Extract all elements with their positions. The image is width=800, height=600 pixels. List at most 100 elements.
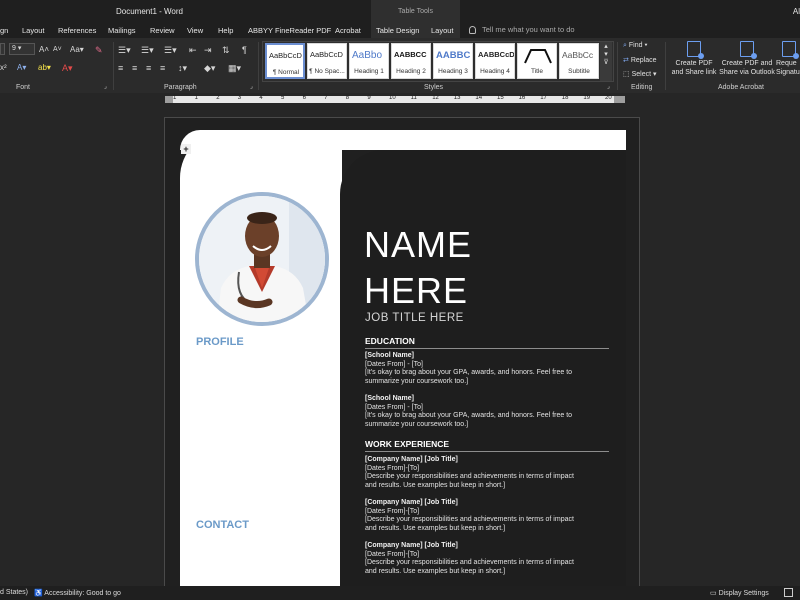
name-line-1[interactable]: NAME [364, 224, 472, 266]
tab-table-layout[interactable]: Layout [421, 22, 460, 38]
focus-mode-icon[interactable] [784, 588, 793, 597]
styles-group-label: Styles [424, 84, 444, 91]
style-name: Title [530, 68, 544, 75]
style-heading-2[interactable]: AABBCC Heading 2 [391, 43, 431, 79]
borders-icon[interactable]: ▦▾ [228, 63, 241, 73]
tab-design[interactable]: gn [0, 26, 8, 35]
title-bar: Document1 - Word Table Tools Al [0, 0, 800, 22]
display-settings-button[interactable]: ▭ Display Settings [710, 589, 769, 597]
tab-mailings[interactable]: Mailings [108, 26, 136, 35]
highlight-color-icon[interactable]: ab▾ [38, 63, 51, 73]
ribbon: 9 ▾ A˄ A˅ Aa▾ ✎ x² A▾ ab▾ A▾ Font ⌟ ☰▾ ☰… [0, 38, 800, 93]
tab-layout[interactable]: Layout [22, 26, 45, 35]
styles-scroll[interactable]: ▴ ▾ ⊽ [600, 42, 612, 81]
clear-formatting-icon[interactable]: ✎ [95, 45, 103, 55]
style-normal[interactable]: AaBbCcD ¶ Normal [265, 43, 305, 79]
name-line-2[interactable]: HERE [364, 270, 468, 312]
work-entry[interactable]: [Company Name] [Job Title] [Dates From]-… [365, 456, 609, 490]
style-heading-3[interactable]: AABBC Heading 3 [433, 43, 473, 79]
tab-help[interactable]: Help [218, 26, 233, 35]
text-effects-icon[interactable]: A▾ [17, 63, 26, 73]
style-heading-4[interactable]: AABBCcD Heading 4 [475, 43, 515, 79]
style-heading-1[interactable]: AaBbo Heading 1 [349, 43, 389, 79]
select-button[interactable]: ⬚ Select ▾ [623, 70, 657, 78]
replace-icon: ⇄ [623, 57, 629, 64]
style-no-spacing[interactable]: AaBbCcD ¶ No Spac... [307, 43, 347, 79]
tab-review[interactable]: Review [150, 26, 175, 35]
education-entry[interactable]: [School Name] [Dates From] - [To] [It's … [365, 395, 609, 429]
tab-view[interactable]: View [187, 26, 203, 35]
work-entry[interactable]: [Company Name] [Job Title] [Dates From]-… [365, 542, 609, 576]
sort-icon[interactable]: ⇅ [222, 45, 230, 55]
create-pdf-share-link-label: Create PDF and Share link [671, 60, 717, 76]
style-sample: AABBCcD [478, 50, 514, 59]
multilevel-list-icon[interactable]: ☰▾ [164, 45, 177, 55]
tab-acrobat[interactable]: Acrobat [335, 26, 361, 35]
right-margin-marker[interactable] [614, 96, 625, 103]
decrease-indent-icon[interactable]: ⇤ [189, 45, 197, 55]
tell-me-search[interactable]: Tell me what you want to do [469, 25, 575, 35]
left-margin-marker[interactable] [165, 96, 173, 103]
ruler-tick-label: 1 [194, 95, 198, 101]
paragraph-dialog-launcher-icon[interactable]: ⌟ [250, 82, 253, 92]
profile-photo[interactable] [195, 192, 329, 326]
style-name: Heading 3 [438, 68, 468, 75]
request-signatures-button[interactable]: Reque Signatu [776, 41, 800, 77]
line-spacing-icon[interactable]: ↕▾ [178, 63, 187, 73]
request-signatures-label: Reque Signatu [776, 60, 800, 76]
superscript-icon[interactable]: x² [0, 63, 7, 73]
style-subtitle[interactable]: AaBbCc Subtitle [559, 43, 599, 79]
profile-heading: PROFILE [196, 336, 244, 348]
change-case-icon[interactable]: Aa▾ [70, 45, 84, 55]
education-entry[interactable]: [School Name] [Dates From] - [To] [It's … [365, 352, 609, 386]
find-button[interactable]: ⌕ Find ▾ [623, 42, 647, 50]
signature-icon [782, 41, 799, 59]
bullets-icon[interactable]: ☰▾ [118, 45, 131, 55]
increase-indent-icon[interactable]: ⇥ [204, 45, 212, 55]
ribbon-separator [617, 42, 618, 90]
work-dates: [Dates From]-[To] [365, 550, 420, 558]
ruler-tick-label: 5 [281, 95, 285, 101]
work-entry[interactable]: [Company Name] [Job Title] [Dates From]-… [365, 499, 609, 533]
font-name-combo[interactable] [0, 43, 5, 55]
font-dialog-launcher-icon[interactable]: ⌟ [104, 82, 107, 92]
numbering-icon[interactable]: ☰▾ [141, 45, 154, 55]
company-job-title: [Company Name] [Job Title] [365, 456, 458, 463]
replace-button[interactable]: ⇄ Replace [623, 56, 657, 64]
font-color-icon[interactable]: A▾ [62, 63, 73, 73]
ruler-tick-label: 7 [324, 95, 328, 101]
account-name[interactable]: Al [793, 7, 800, 16]
create-pdf-share-link-button[interactable]: Create PDF and Share link [670, 41, 718, 77]
tab-abbyy[interactable]: ABBYY FineReader PDF [248, 26, 331, 35]
horizontal-ruler[interactable]: 1 1 2 3 4 5 6 7 8 9 10 11 12 13 14 15 16 17 18 19 20 [0, 93, 800, 107]
tab-table-design[interactable]: Table Design [371, 22, 421, 38]
school-dates: [Dates From] - [To] [365, 360, 423, 368]
doctor-photo-illustration [199, 196, 325, 322]
justify-icon[interactable]: ≡ [160, 63, 165, 73]
styles-dialog-launcher-icon[interactable]: ⌟ [607, 82, 610, 92]
create-pdf-outlook-button[interactable]: Create PDF and Share via Outlook [718, 41, 776, 77]
style-title[interactable]: Title [517, 43, 557, 79]
align-right-icon[interactable]: ≡ [146, 63, 151, 73]
style-name: ¶ Normal [272, 69, 300, 76]
style-sample: AABBC [436, 50, 471, 61]
show-marks-icon[interactable]: ¶ [242, 45, 247, 55]
tab-references[interactable]: References [58, 26, 96, 35]
shrink-font-icon[interactable]: A˅ [53, 45, 62, 55]
align-left-icon[interactable]: ≡ [118, 63, 123, 73]
job-title[interactable]: JOB TITLE HERE [365, 312, 464, 324]
grow-font-icon[interactable]: A˄ [39, 45, 49, 55]
shading-icon[interactable]: ◆▾ [204, 63, 215, 73]
accessibility-status[interactable]: ♿ Accessibility: Good to go [34, 589, 121, 597]
ruler-tick-label: 4 [259, 95, 263, 101]
school-name: [School Name] [365, 352, 415, 359]
work-description: and results. Use examples but keep in sh… [365, 567, 506, 575]
language-status[interactable]: d States) [0, 589, 28, 596]
ruler-tick-label: 2 [216, 95, 220, 101]
align-center-icon[interactable]: ≡ [132, 63, 137, 73]
font-size-combo[interactable]: 9 ▾ [9, 43, 35, 55]
ruler-tick-label: 3 [237, 95, 242, 101]
table-move-handle-icon[interactable]: + [181, 144, 191, 154]
ribbon-tabs: gn Layout References Mailings Review Vie… [0, 22, 800, 38]
find-label: Find [628, 42, 643, 49]
